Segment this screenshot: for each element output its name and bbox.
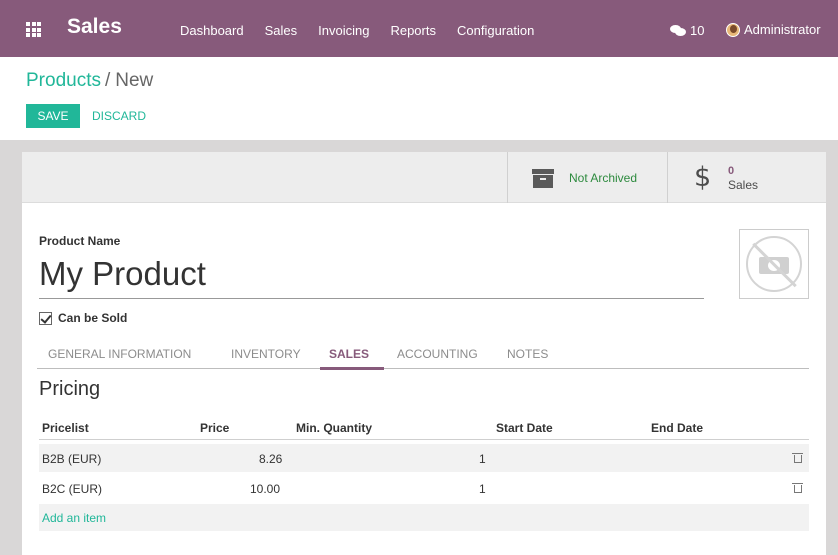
cell-min-quantity: 1 [479,482,486,496]
can-be-sold-row: Can be Sold [39,311,127,325]
trash-icon[interactable] [792,483,803,493]
breadcrumb-products-link[interactable]: Products [26,70,101,91]
tab-accounting[interactable]: ACCOUNTING [397,347,478,361]
cell-price: 10.00 [250,482,281,496]
top-menu: Dashboard Sales Invoicing Reports Config… [180,23,555,38]
product-image-placeholder[interactable] [739,229,809,299]
breadcrumb-current: New [115,70,154,91]
avatar-icon [726,22,740,37]
sales-label: Sales [728,178,759,192]
pricing-section-title: Pricing [39,378,101,400]
apps-grid-icon[interactable] [26,22,41,37]
menu-sales[interactable]: Sales [265,23,298,38]
table-row[interactable]: B2B (EUR) 8.26 1 [39,444,809,472]
cell-pricelist: B2B (EUR) [42,452,102,466]
pricing-table-header: Pricelist Price Min. Quantity Start Date… [39,418,809,440]
tab-notes[interactable]: NOTES [507,347,548,361]
tab-inventory[interactable]: INVENTORY [231,347,301,361]
cell-price: 8.26 [259,452,283,466]
sales-count: 0 [728,165,735,177]
add-item-link[interactable]: Add an item [42,511,106,525]
col-pricelist: Pricelist [42,421,89,435]
user-name: Administrator [744,22,821,37]
notebook-tabs: GENERAL INFORMATION INVENTORY SALES ACCO… [37,344,809,369]
archive-icon [532,169,554,188]
breadcrumb: Products / New [26,70,153,92]
col-end-date: End Date [651,421,704,435]
trash-icon[interactable] [792,453,803,463]
add-item-row: Add an item [39,504,809,531]
app-brand: Sales [67,15,122,38]
tab-sales[interactable]: SALES [329,347,369,361]
col-min-quantity: Min. Quantity [296,421,372,435]
discard-button[interactable]: DISCARD [92,104,146,128]
product-name-input[interactable]: My Product [39,253,704,299]
can-be-sold-label: Can be Sold [58,311,128,325]
sales-stat-button[interactable]: $ 0 Sales [667,152,826,203]
archive-status: Not Archived [569,171,638,185]
menu-dashboard[interactable]: Dashboard [180,23,244,38]
stat-button-box: Not Archived $ 0 Sales [22,152,826,203]
cell-pricelist: B2C (EUR) [42,482,103,496]
col-start-date: Start Date [496,421,553,435]
product-name-label: Product Name [39,234,121,248]
chat-count: 10 [690,23,705,38]
breadcrumb-separator: / [104,70,111,91]
menu-configuration[interactable]: Configuration [457,23,534,38]
cell-min-quantity: 1 [479,452,486,466]
menu-reports[interactable]: Reports [390,23,436,38]
chat-bubbles-icon [670,25,686,36]
user-menu[interactable]: Administrator [726,22,821,37]
menu-invoicing[interactable]: Invoicing [318,23,369,38]
active-tab-underline [320,367,384,370]
can-be-sold-checkbox[interactable] [39,311,52,325]
tab-general-information[interactable]: GENERAL INFORMATION [48,347,191,361]
archive-toggle-button[interactable]: Not Archived [507,152,667,203]
col-price: Price [200,421,230,435]
dollar-icon: $ [694,162,712,193]
chat-notifications[interactable]: 10 [670,23,704,38]
top-navbar: Sales Dashboard Sales Invoicing Reports … [0,0,838,57]
table-row[interactable]: B2C (EUR) 10.00 1 [39,474,809,502]
save-button[interactable]: SAVE [26,104,80,128]
